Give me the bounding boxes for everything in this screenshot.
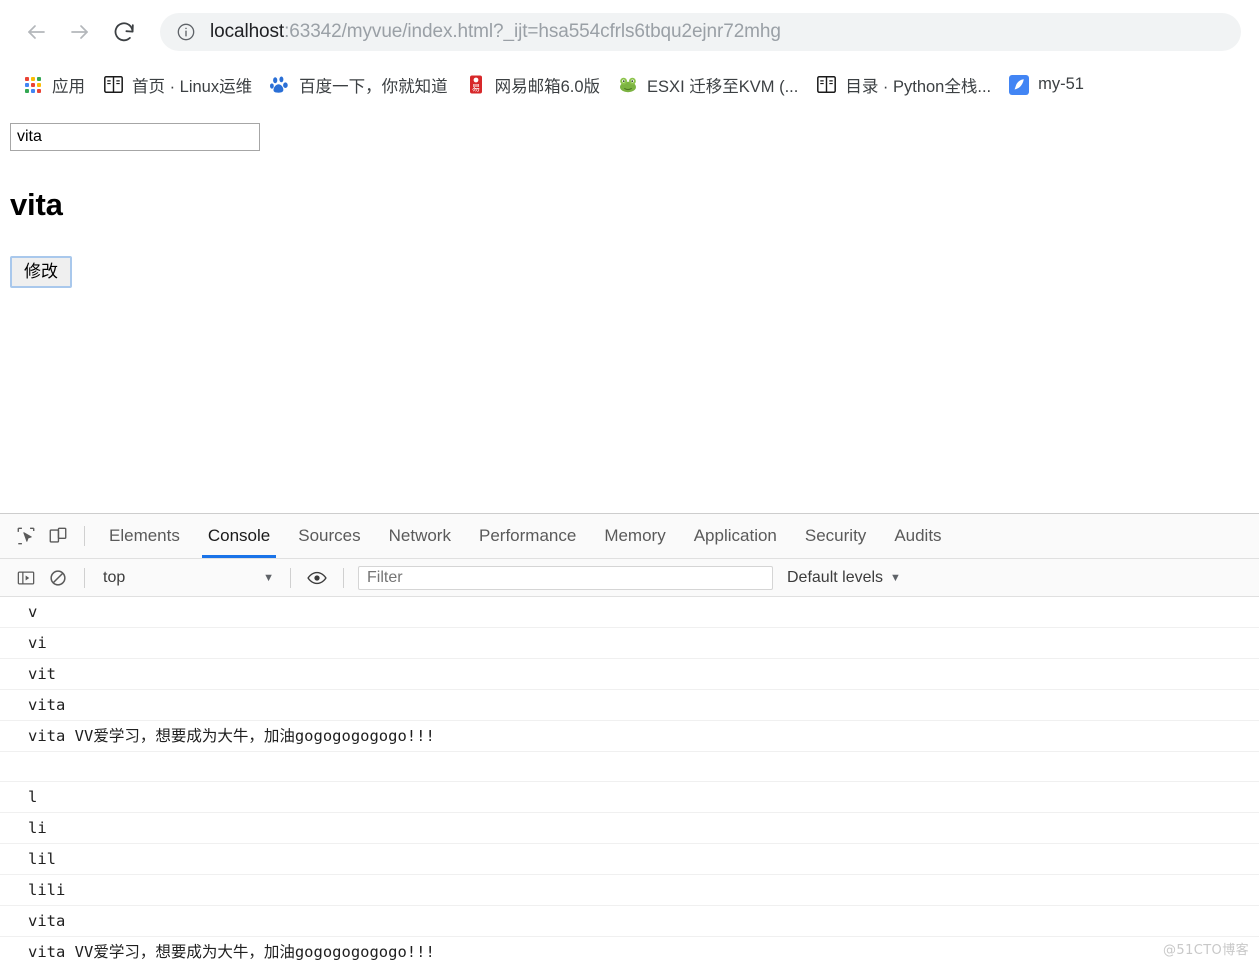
console-sidebar-icon[interactable] — [10, 562, 42, 594]
url-host: localhost — [210, 21, 285, 42]
arrow-right-icon — [68, 20, 92, 44]
device-toolbar-icon[interactable] — [42, 520, 74, 552]
console-log-row[interactable]: v — [0, 597, 1259, 628]
console-filter-input[interactable] — [358, 565, 773, 590]
bookmark-label: my-51 — [1038, 75, 1084, 93]
feather-icon — [1009, 74, 1030, 95]
bookmark-label: 应用 — [52, 77, 85, 96]
back-button[interactable] — [14, 10, 58, 54]
frog-icon — [618, 75, 638, 95]
reload-icon — [112, 20, 136, 44]
chevron-down-icon: ▼ — [890, 571, 901, 584]
modify-button[interactable]: 修改 — [10, 256, 72, 289]
text-input[interactable] — [10, 123, 260, 151]
reload-button[interactable] — [102, 10, 146, 54]
tab-network[interactable]: Network — [375, 514, 465, 558]
console-log-row[interactable]: vita — [0, 690, 1259, 721]
console-toolbar: top ▼ Default levels ▼ — [0, 559, 1259, 597]
forward-button[interactable] — [58, 10, 102, 54]
tab-sources[interactable]: Sources — [284, 514, 374, 558]
live-expression-eye-icon[interactable] — [301, 562, 333, 594]
console-toolbar-divider-2 — [290, 567, 291, 588]
console-log-list[interactable]: v vi vit vita vita VV爱学习，想要成为大牛，加油gogogo… — [0, 597, 1259, 967]
console-toolbar-divider-3 — [343, 567, 344, 588]
bookmark-esxi-kvm[interactable]: ESXI 迁移至KVM (... — [609, 70, 807, 100]
context-label: top — [103, 568, 126, 586]
info-circle-icon[interactable] — [176, 22, 196, 42]
bookmark-label: 百度一下，你就知道 — [299, 77, 448, 96]
console-log-row[interactable]: lil — [0, 844, 1259, 875]
bookmark-label: ESXI 迁移至KVM (... — [647, 77, 799, 96]
context-selector[interactable]: top ▼ — [95, 569, 280, 587]
bookmark-label: 首页 · Linux运维 — [132, 77, 253, 96]
page-viewport: vita 修改 — [0, 105, 1259, 513]
bookmark-linux-home[interactable]: 首页 · Linux运维 — [94, 70, 261, 100]
log-level-selector[interactable]: Default levels ▼ — [787, 569, 901, 587]
tab-console[interactable]: Console — [194, 514, 284, 558]
bookmark-python-catalog[interactable]: 目录 · Python全栈... — [807, 70, 1000, 100]
console-toolbar-divider — [84, 567, 85, 588]
bookmark-label: 目录 · Python全栈... — [845, 77, 992, 96]
browser-chrome: localhost:63342/myvue/index.html?_ijt=hs… — [0, 0, 1259, 105]
console-log-row[interactable]: vita — [0, 906, 1259, 937]
console-log-row[interactable]: vi — [0, 628, 1259, 659]
bookmarks-bar: 应用 首页 · Linux运维 百度一下，你就知道 易 网易邮箱6.0版 ESX… — [0, 64, 1259, 105]
watermark: @51CTO博客 — [1163, 943, 1249, 958]
bookmark-label: 网易邮箱6.0版 — [494, 77, 601, 96]
bookmark-apps[interactable]: 应用 — [14, 70, 94, 100]
url-path: :63342/myvue/index.html?_ijt=hsa554cfrls… — [284, 21, 781, 42]
tab-audits[interactable]: Audits — [880, 514, 955, 558]
browser-toolbar: localhost:63342/myvue/index.html?_ijt=hs… — [0, 0, 1259, 64]
console-log-row[interactable]: vita VV爱学习，想要成为大牛，加油gogogogogogo!!! — [0, 721, 1259, 752]
clear-console-icon[interactable] — [42, 562, 74, 594]
address-bar[interactable]: localhost:63342/myvue/index.html?_ijt=hs… — [160, 13, 1241, 51]
tab-memory[interactable]: Memory — [590, 514, 679, 558]
bookmark-netease-mail[interactable]: 易 网易邮箱6.0版 — [457, 70, 609, 100]
book-icon — [816, 75, 836, 95]
chevron-down-icon: ▼ — [263, 571, 274, 584]
baidu-paw-icon — [270, 75, 290, 95]
page-heading: vita — [10, 187, 63, 222]
svg-text:易: 易 — [472, 83, 480, 93]
devtools-tabbar: Elements Console Sources Network Perform… — [0, 514, 1259, 559]
tab-security[interactable]: Security — [791, 514, 880, 558]
tab-performance[interactable]: Performance — [465, 514, 590, 558]
netease-mail-icon: 易 — [466, 75, 486, 95]
bookmark-my-51[interactable]: my-51 — [1000, 70, 1093, 100]
tab-application[interactable]: Application — [680, 514, 791, 558]
devtools-panel: Elements Console Sources Network Perform… — [0, 513, 1259, 968]
console-log-row[interactable]: vita VV爱学习，想要成为大牛，加油gogogogogogo!!! — [0, 937, 1259, 967]
url-text: localhost:63342/myvue/index.html?_ijt=hs… — [210, 21, 781, 43]
console-log-row[interactable]: l — [0, 782, 1259, 813]
log-level-label: Default levels — [787, 568, 884, 586]
bookmark-baidu[interactable]: 百度一下，你就知道 — [261, 70, 457, 100]
toolbar-divider — [84, 526, 85, 546]
inspect-element-icon[interactable] — [10, 520, 42, 552]
book-icon — [103, 75, 123, 95]
apps-grid-icon — [23, 75, 43, 95]
console-log-row[interactable]: lili — [0, 875, 1259, 906]
tab-elements[interactable]: Elements — [95, 514, 194, 558]
arrow-left-icon — [24, 20, 48, 44]
console-log-row[interactable]: li — [0, 813, 1259, 844]
console-log-spacer-row — [0, 752, 1259, 782]
console-log-row[interactable]: vit — [0, 659, 1259, 690]
